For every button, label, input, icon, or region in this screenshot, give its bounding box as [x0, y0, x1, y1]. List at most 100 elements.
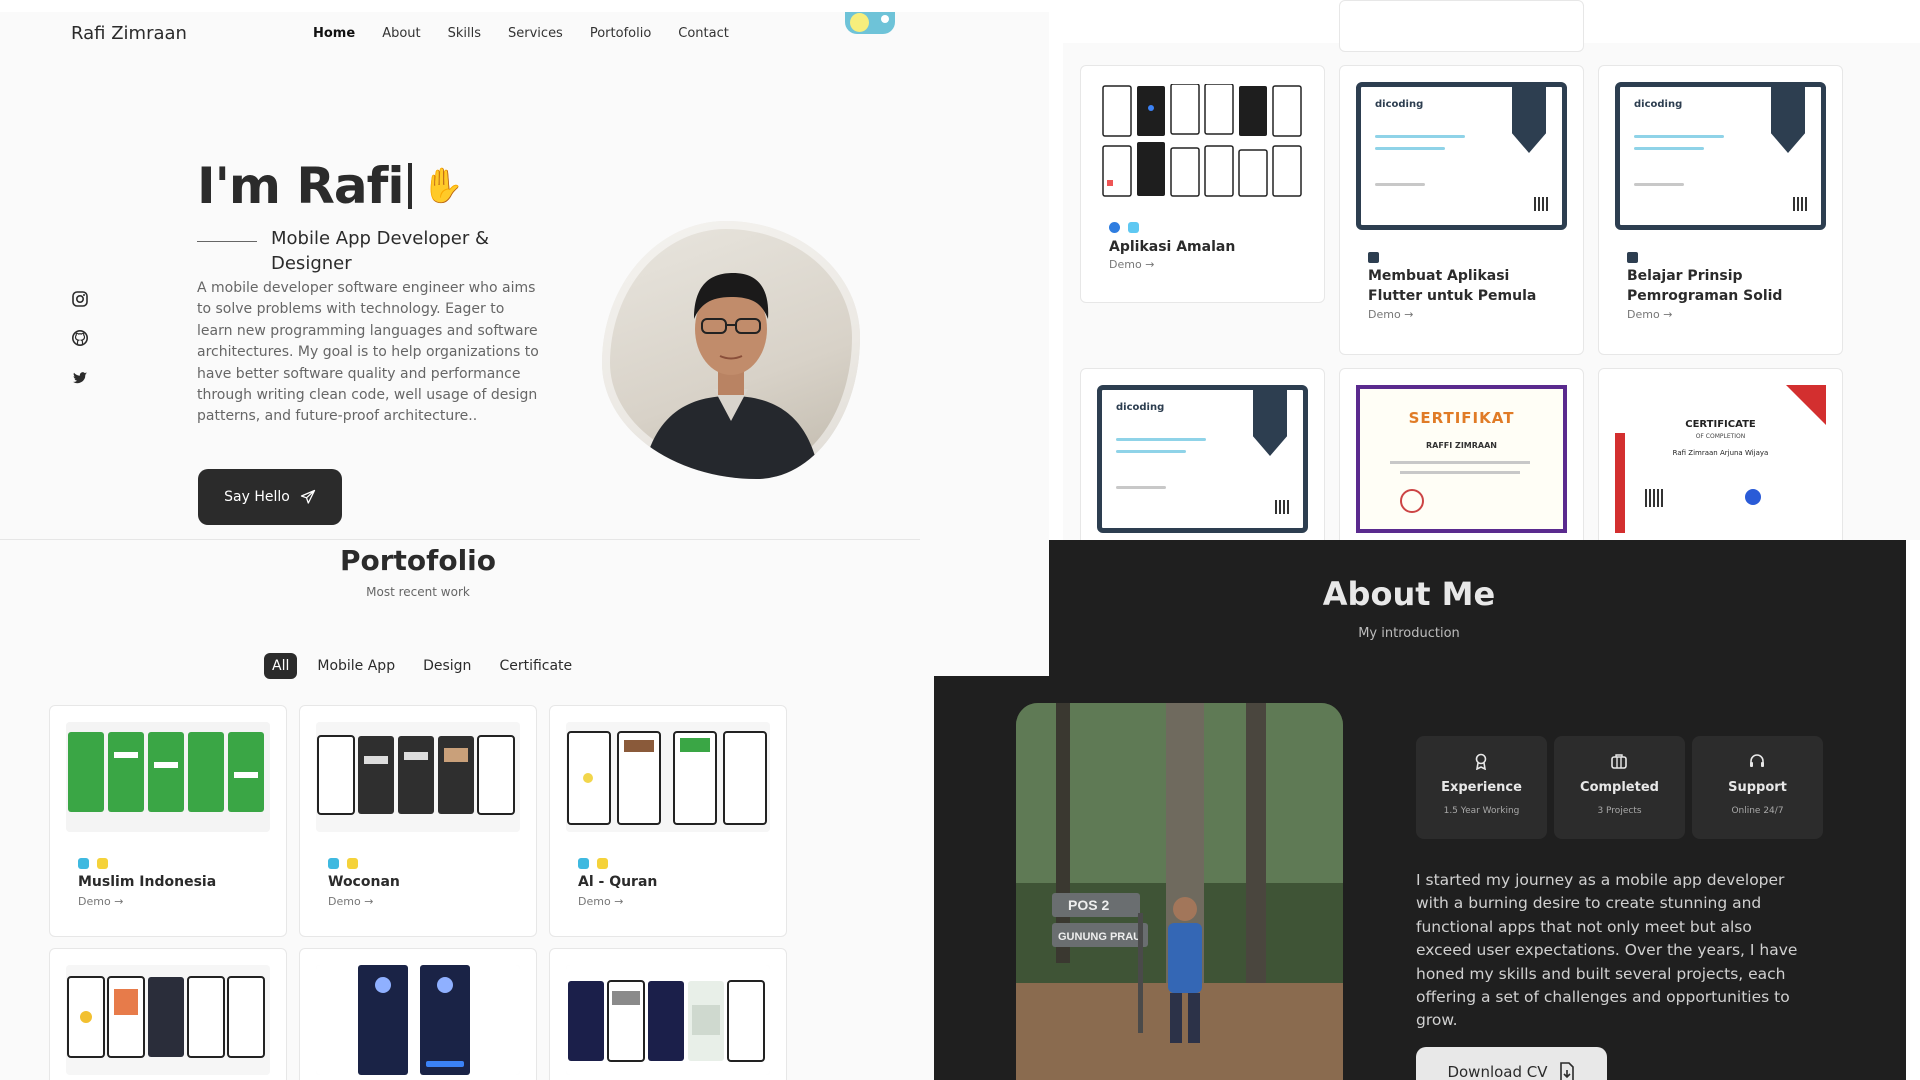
qr-code — [1275, 500, 1289, 514]
twitter-icon[interactable] — [71, 369, 89, 387]
certificate-card[interactable]: CERTIFICATE OF COMPLETION Rafi Zimraan A… — [1598, 368, 1843, 548]
portfolio-card[interactable]: Al - Quran Demo → — [549, 705, 787, 937]
stamp-icon — [1400, 489, 1424, 513]
nav-home[interactable]: Home — [313, 26, 355, 41]
completed-value: 3 Projects — [1597, 806, 1642, 816]
demo-link[interactable]: Demo → — [1627, 308, 1672, 321]
about-subtitle: My introduction — [1358, 626, 1460, 641]
project-name: Al - Quran — [578, 874, 658, 890]
cert-text-line — [1375, 147, 1445, 150]
brand-logo[interactable]: Rafi Zimraan — [71, 23, 187, 44]
file-download-icon — [1559, 1062, 1574, 1080]
say-hello-button[interactable]: Say Hello — [198, 469, 342, 525]
cert-subheading: OF COMPLETION — [1695, 433, 1746, 440]
completed-card: Completed 3 Projects — [1554, 736, 1685, 839]
instagram-icon[interactable] — [71, 290, 89, 308]
project-thumbnail — [566, 965, 770, 1075]
nav-about[interactable]: About — [382, 26, 420, 41]
section-divider — [0, 539, 920, 540]
hero-subtitle: Mobile App Developer & Designer — [271, 228, 489, 275]
github-icon[interactable] — [71, 329, 89, 347]
react-icon — [578, 858, 589, 869]
demo-label: Demo — [1368, 308, 1401, 321]
app-screens-image — [316, 722, 520, 832]
certificate-card[interactable]: dicoding Membuat Aplikasi Flutter untuk … — [1339, 65, 1584, 355]
award-icon — [1475, 753, 1487, 770]
certificate-card[interactable]: dicoding — [1080, 368, 1325, 548]
portfolio-card[interactable] — [49, 948, 287, 1080]
arrow-right-icon: → — [114, 895, 124, 908]
dicoding-icon — [1368, 252, 1379, 263]
qr-code — [1793, 197, 1807, 211]
project-thumbnail — [316, 722, 520, 832]
hero-title: I'm Rafi ✋ — [197, 157, 464, 215]
portfolio-title: Portofolio — [339, 544, 497, 577]
download-cv-button[interactable]: Download CV — [1416, 1047, 1607, 1080]
sun-icon — [850, 13, 869, 32]
dicoding-logo: dicoding — [1634, 99, 1683, 110]
subtitle-divider — [197, 241, 257, 242]
support-value: Online 24/7 — [1731, 806, 1784, 816]
dicoding-icon — [1627, 252, 1638, 263]
cert-text-line — [1116, 486, 1166, 489]
certificate-image: dicoding — [1615, 82, 1826, 230]
certificate-card[interactable] — [1339, 0, 1584, 52]
sign-place: GUNUNG PRAU — [1058, 931, 1141, 943]
portfolio-card[interactable] — [549, 948, 787, 1080]
screenshot-collage: Rafi Zimraan Home About Skills Services … — [0, 0, 1920, 1080]
filter-all[interactable]: All — [264, 653, 298, 679]
filter-design[interactable]: Design — [415, 653, 479, 679]
demo-link[interactable]: Demo → — [328, 895, 373, 908]
arrow-right-icon: → — [364, 895, 374, 908]
portfolio-card[interactable] — [299, 948, 537, 1080]
app-screens-image — [566, 722, 770, 832]
about-photo: POS 2 GUNUNG PRAU — [1016, 703, 1343, 1080]
demo-label: Demo — [1627, 308, 1660, 321]
cloud-icon — [881, 15, 889, 23]
nav-services[interactable]: Services — [508, 26, 563, 41]
project-name: Woconan — [328, 874, 400, 890]
support-title: Support — [1728, 780, 1787, 795]
nav-skills[interactable]: Skills — [448, 26, 481, 41]
demo-link[interactable]: Demo → — [78, 895, 123, 908]
cert-side-accent — [1615, 433, 1625, 533]
app-screens-image — [566, 965, 770, 1075]
portfolio-card[interactable]: Muslim Indonesia Demo → — [49, 705, 287, 937]
project-thumbnail — [316, 965, 520, 1075]
certificate-ribbon — [1253, 390, 1287, 456]
support-card: Support Online 24/7 — [1692, 736, 1823, 839]
app-screens-image — [316, 965, 520, 1075]
filter-certificate[interactable]: Certificate — [491, 653, 580, 679]
project-name: Aplikasi Amalan — [1109, 239, 1236, 255]
certificate-card[interactable]: dicoding Belajar Prinsip Pemrograman Sol… — [1598, 65, 1843, 355]
experience-title: Experience — [1441, 780, 1522, 795]
filter-mobile-app[interactable]: Mobile App — [309, 653, 403, 679]
demo-label: Demo — [578, 895, 611, 908]
certificate-ribbon — [1771, 87, 1805, 153]
profile-photo — [602, 221, 860, 479]
cert-heading: CERTIFICATE — [1685, 419, 1756, 430]
hiking-photo-image: POS 2 GUNUNG PRAU — [1016, 703, 1343, 1080]
tech-tags — [1109, 222, 1139, 233]
react-icon — [78, 858, 89, 869]
theme-toggle[interactable] — [845, 12, 895, 34]
cert-text-line — [1634, 147, 1704, 150]
portfolio-subtitle: Most recent work — [366, 585, 470, 599]
cert-text-line — [1116, 450, 1186, 453]
nav-portofolio[interactable]: Portofolio — [590, 26, 651, 41]
cert-text-line — [1116, 438, 1206, 441]
certificate-name: Belajar Prinsip Pemrograman Solid — [1627, 268, 1783, 304]
demo-link[interactable]: Demo → — [1109, 258, 1154, 271]
project-thumbnail — [66, 722, 270, 832]
profile-portrait-image — [642, 273, 820, 479]
certificate-card[interactable]: SERTIFIKAT RAFFI ZIMRAAN — [1339, 368, 1584, 548]
demo-link[interactable]: Demo → — [578, 895, 623, 908]
portfolio-card[interactable]: Aplikasi Amalan Demo → — [1080, 65, 1325, 303]
portfolio-card[interactable]: Woconan Demo → — [299, 705, 537, 937]
headset-icon — [1750, 754, 1764, 767]
completed-title: Completed — [1580, 780, 1659, 795]
demo-link[interactable]: Demo → — [1368, 308, 1413, 321]
experience-card: Experience 1.5 Year Working — [1416, 736, 1547, 839]
briefcase-icon — [1611, 754, 1627, 769]
nav-contact[interactable]: Contact — [678, 26, 729, 41]
